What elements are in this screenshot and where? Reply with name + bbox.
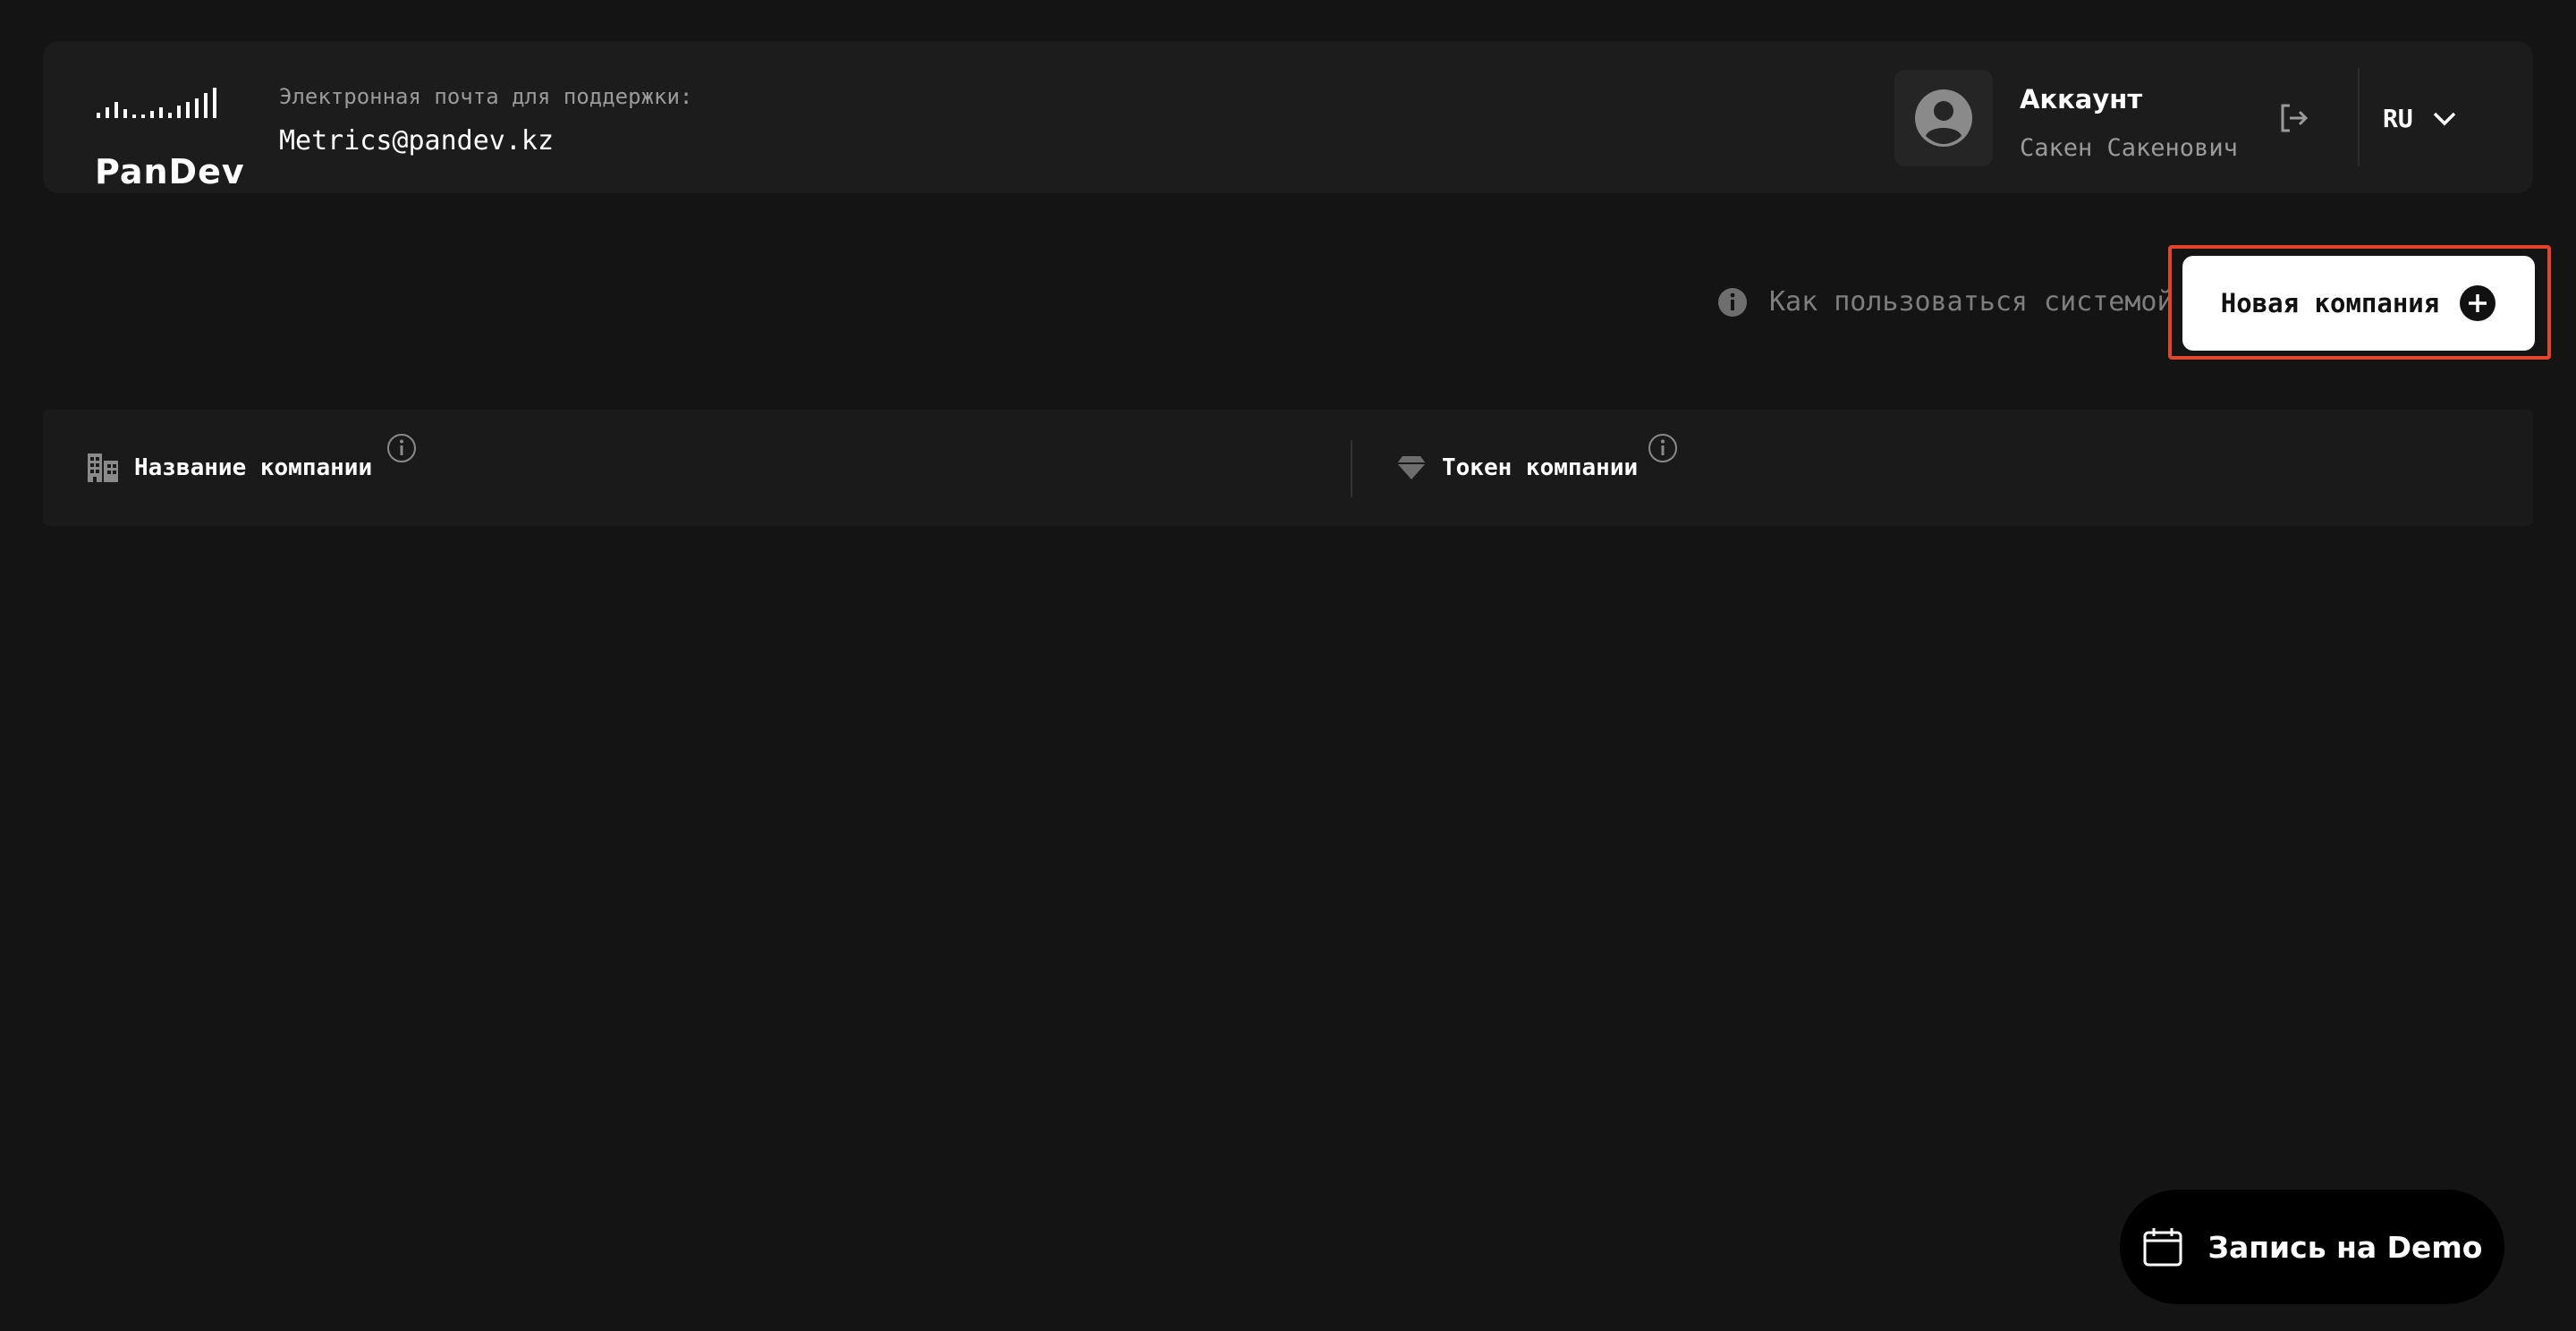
new-company-button[interactable]: Новая компания	[2182, 256, 2535, 351]
support-info: Электронная почта для поддержки: Metrics…	[279, 84, 692, 157]
help-link[interactable]: Как пользоваться системой	[1717, 286, 2174, 318]
support-label: Электронная почта для поддержки:	[279, 84, 693, 109]
demo-button-label: Запись на Demo	[2207, 1229, 2483, 1265]
equalizer-logo-icon	[97, 88, 216, 118]
column-company-token[interactable]: Токен компании	[1395, 410, 1638, 526]
user-avatar-icon	[1915, 89, 1972, 147]
plus-circle-icon	[2460, 285, 2496, 321]
building-icon	[88, 454, 118, 482]
avatar[interactable]	[1894, 70, 1993, 166]
info-filled-icon	[1718, 287, 1747, 317]
new-company-label: Новая компания	[2220, 288, 2440, 318]
column-label: Название компании	[134, 454, 373, 481]
support-email-link[interactable]: Metrics@pandev.kz	[279, 125, 692, 157]
calendar-icon	[2143, 1228, 2182, 1267]
chevron-down-icon	[2433, 112, 2455, 125]
language-label: RU	[2383, 104, 2413, 133]
column-label: Токен компании	[1442, 454, 1639, 481]
header-divider	[2358, 68, 2360, 166]
help-text: Как пользоваться системой	[1769, 286, 2174, 318]
demo-booking-button[interactable]: Запись на Demo	[2120, 1190, 2504, 1304]
account-name: Сакен Сакенович	[2020, 134, 2238, 162]
diamond-icon	[1397, 456, 1426, 479]
top-header: PanDev Электронная почта для поддержки: …	[43, 41, 2533, 193]
info-outline-icon[interactable]	[386, 433, 417, 463]
logout-icon	[2281, 104, 2309, 132]
logo-text: PanDev	[95, 152, 245, 191]
logout-button[interactable]	[2277, 102, 2309, 134]
account-title: Аккаунт	[2020, 84, 2143, 114]
account-info[interactable]: Аккаунт Сакен Сакенович	[2020, 84, 2238, 162]
companies-table-header: Название компании Токен компании	[43, 410, 2533, 526]
language-select[interactable]: RU	[2383, 104, 2456, 133]
column-divider	[1351, 440, 1352, 497]
info-outline-icon[interactable]	[1648, 433, 1678, 463]
column-company-name[interactable]: Название компании	[86, 410, 372, 526]
pandev-logo[interactable]: PanDev	[95, 84, 244, 191]
